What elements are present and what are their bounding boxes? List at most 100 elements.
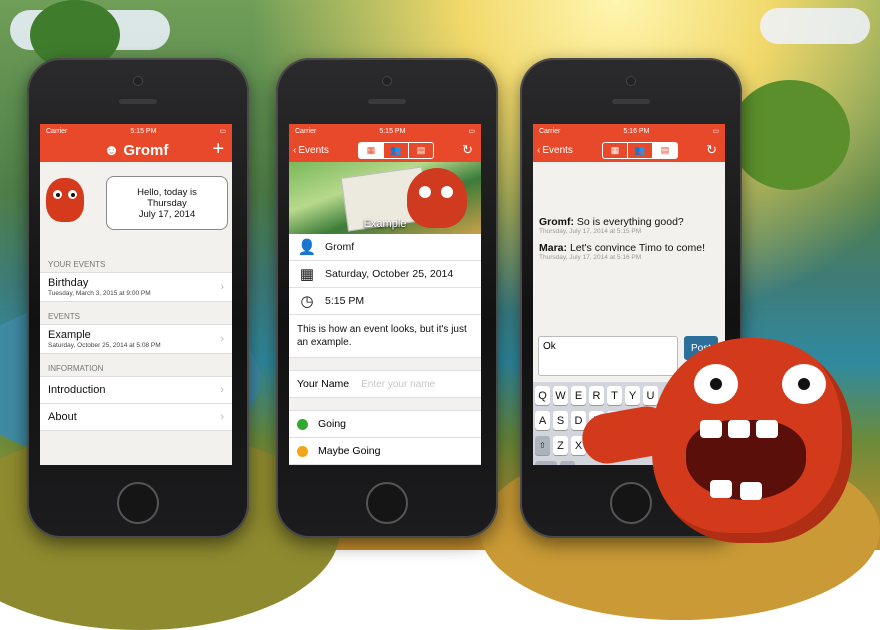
- tab-details-calendar-icon[interactable]: ▦: [359, 142, 384, 158]
- segment-control: ▦ 👥 ▤: [602, 141, 678, 159]
- owner-name: Gromf: [325, 241, 355, 253]
- status-time: 5:15 PM: [130, 127, 157, 135]
- home-button[interactable]: [366, 482, 408, 524]
- monster-icon: [46, 178, 84, 222]
- message-author: Gromf:: [539, 216, 574, 228]
- key[interactable]: Q: [535, 386, 550, 405]
- greeting-line1: Hello, today is: [137, 186, 197, 198]
- key[interactable]: Y: [625, 386, 640, 405]
- monster-logo-icon: ☻: [103, 141, 120, 159]
- item-title: About: [48, 411, 77, 423]
- screen-home: Carrier 5:15 PM ▭ ☻ Gromf + Hello, today…: [40, 124, 232, 465]
- name-label: Your Name: [297, 378, 350, 390]
- time-row: ◷ 5:15 PM: [289, 288, 481, 315]
- key[interactable]: S: [553, 411, 568, 430]
- speech-bubble: Hello, today is Thursday July 17, 2014: [106, 176, 228, 230]
- speaker: [612, 99, 650, 104]
- tab-chat-icon[interactable]: ▤: [653, 142, 677, 158]
- list-item-about[interactable]: About ›: [40, 404, 232, 431]
- nav-bar: ‹ Events ▦ 👥 ▤ ↻: [533, 138, 725, 162]
- key[interactable]: R: [589, 386, 604, 405]
- greeting-line3: July 17, 2014: [138, 208, 196, 220]
- person-icon: 👤: [297, 239, 317, 256]
- chat-message: Mara: Let's convince Timo to come! Thurs…: [533, 242, 725, 261]
- name-input[interactable]: [359, 377, 464, 391]
- chevron-left-icon: ‹: [537, 144, 541, 156]
- date-row: ▦ Saturday, October 25, 2014: [289, 261, 481, 288]
- nav-bar: ‹ Events ▦ 👥 ▤ ↻: [289, 138, 481, 162]
- status-bar: Carrier 5:16 PM ▭: [533, 124, 725, 138]
- back-button[interactable]: ‹ Events: [537, 145, 573, 156]
- mascot-monster: [578, 330, 872, 545]
- list-item-birthday[interactable]: Birthday Tuesday, March 3, 2015 at 9:00 …: [40, 272, 232, 302]
- key[interactable]: Z: [553, 436, 568, 455]
- section-your-events: YOUR EVENTS: [48, 260, 106, 269]
- battery-icon: ▭: [219, 128, 226, 135]
- status-time: 5:15 PM: [379, 127, 406, 135]
- tab-people-icon[interactable]: 👥: [628, 142, 653, 158]
- home-button[interactable]: [117, 482, 159, 524]
- nav-bar: ☻ Gromf +: [40, 138, 232, 162]
- message-date: Thursday, July 17, 2014 at 5:15 PM: [539, 228, 642, 235]
- item-title: Example: [48, 329, 91, 341]
- tab-people-icon[interactable]: 👥: [384, 142, 409, 158]
- chevron-right-icon: ›: [220, 384, 224, 396]
- carrier-label: Carrier: [46, 127, 68, 135]
- tab-chat-icon[interactable]: ▤: [409, 143, 433, 158]
- list-item-introduction[interactable]: Introduction ›: [40, 376, 232, 404]
- list-item-example[interactable]: Example Saturday, October 25, 2014 at 5:…: [40, 324, 232, 354]
- add-event-button[interactable]: +: [212, 139, 224, 159]
- item-title: Birthday: [48, 277, 89, 289]
- message-author: Mara:: [539, 242, 568, 254]
- chat-message: Gromf: So is everything good? Thursday, …: [533, 216, 725, 235]
- back-label: Events: [298, 144, 329, 156]
- name-row: Your Name: [289, 370, 481, 398]
- tab-details-calendar-icon[interactable]: ▦: [603, 142, 628, 158]
- battery-icon: ▭: [468, 128, 475, 135]
- item-subtitle: Tuesday, March 3, 2015 at 9:00 PM: [48, 290, 151, 297]
- speaker: [119, 99, 157, 104]
- clock-icon: ◷: [300, 293, 314, 310]
- greeting-area: Hello, today is Thursday July 17, 2014: [40, 162, 232, 256]
- item-subtitle: Saturday, October 25, 2014 at 5:08 PM: [48, 342, 161, 349]
- logo-text: Gromf: [123, 141, 169, 159]
- event-date: Saturday, October 25, 2014: [325, 268, 454, 280]
- key[interactable]: W: [553, 386, 568, 405]
- message-text: Let's convince Timo to come!: [569, 242, 706, 254]
- event-time: 5:15 PM: [325, 295, 365, 307]
- camera: [626, 76, 636, 86]
- refresh-icon[interactable]: ↻: [706, 142, 717, 158]
- carrier-label: Carrier: [295, 127, 317, 135]
- chevron-right-icon: ›: [220, 411, 224, 423]
- carrier-label: Carrier: [539, 127, 561, 135]
- greeting-line2: Thursday: [147, 197, 187, 209]
- numbers-key[interactable]: 123: [535, 461, 557, 465]
- speaker: [368, 99, 406, 104]
- screen-event: Carrier 5:15 PM ▭ ‹ Events ▦ 👥 ▤ ↻ Examp…: [289, 124, 481, 465]
- status-bar: Carrier 5:15 PM ▭: [40, 124, 232, 138]
- chat-messages: Gromf: So is everything good? Thursday, …: [533, 162, 725, 348]
- back-label: Events: [542, 144, 573, 156]
- phone-home: Carrier 5:15 PM ▭ ☻ Gromf + Hello, today…: [27, 58, 249, 538]
- key[interactable]: E: [571, 386, 586, 405]
- chevron-right-icon: ›: [220, 333, 224, 345]
- section-events: EVENTS: [48, 312, 81, 321]
- shift-key[interactable]: ⇧: [535, 436, 550, 455]
- globe-icon[interactable]: ◍: [560, 461, 575, 465]
- camera: [133, 76, 143, 86]
- message-text: So is everything good?: [576, 216, 684, 228]
- option-going[interactable]: Going: [289, 410, 481, 438]
- option-maybe-going[interactable]: Maybe Going: [289, 438, 481, 465]
- back-button[interactable]: ‹ Events: [293, 145, 329, 156]
- key[interactable]: A: [535, 411, 550, 430]
- orange-dot-icon: [297, 445, 308, 457]
- event-description: This is how an event looks, but it's jus…: [289, 315, 481, 358]
- app-logo: ☻ Gromf: [104, 142, 169, 159]
- refresh-icon[interactable]: ↻: [462, 142, 473, 158]
- message-date: Thursday, July 17, 2014 at 5:16 PM: [539, 254, 642, 261]
- key[interactable]: T: [607, 386, 622, 405]
- event-hero-image: Example: [289, 162, 481, 234]
- battery-icon: ▭: [712, 128, 719, 135]
- status-time: 5:16 PM: [623, 127, 650, 135]
- camera: [382, 76, 392, 86]
